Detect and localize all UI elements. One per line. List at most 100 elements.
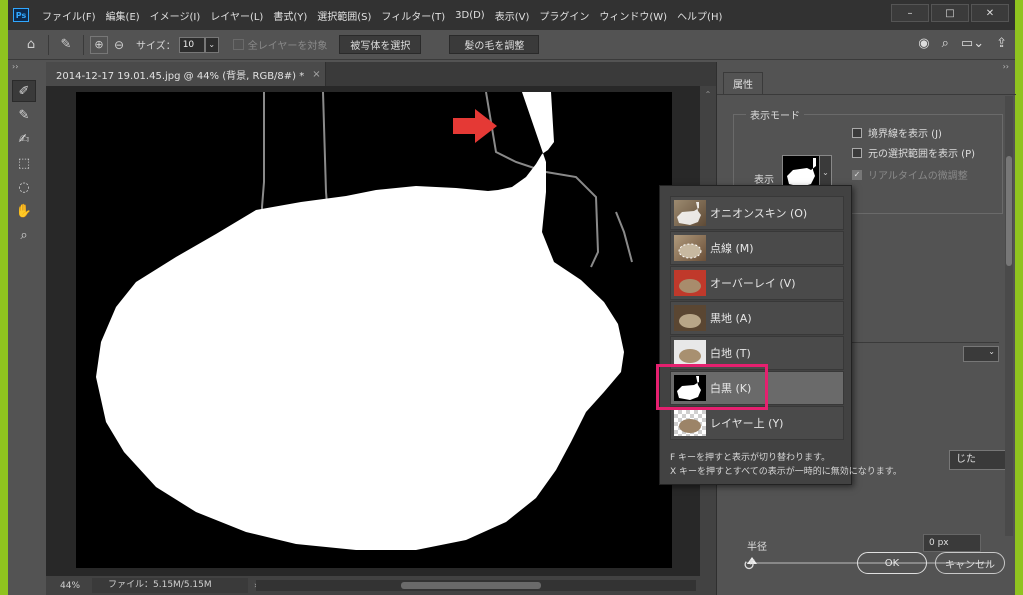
on-layers-thumb-icon xyxy=(674,410,706,436)
hand-tool-icon[interactable]: ✋ xyxy=(12,200,36,222)
reset-icon[interactable]: ↺ xyxy=(743,556,756,574)
tool-panel: ›› ✐ ✎ ✍ ⬚ ◌ ✋ ⌕ xyxy=(8,62,40,595)
scroll-up-icon[interactable]: ⌃ xyxy=(700,90,716,99)
horizontal-scrollbar[interactable] xyxy=(256,580,696,591)
view-option-label: 黒地 (A) xyxy=(710,312,752,325)
panel-collapse-icon[interactable]: ›› xyxy=(1003,62,1009,71)
all-layers-label: 全レイヤーを対象 xyxy=(247,41,328,52)
window-controls: – □ ✕ xyxy=(891,4,1009,22)
close-tab-icon[interactable]: × xyxy=(312,69,320,80)
canvas-pasteboard xyxy=(46,86,700,576)
ok-button[interactable]: OK xyxy=(857,552,927,574)
view-label: 表示 xyxy=(754,175,774,186)
cancel-button[interactable]: キャンセル xyxy=(935,552,1005,574)
partial-button[interactable]: じた xyxy=(949,450,1007,470)
view-option-overlay[interactable]: オーバーレイ (V) xyxy=(670,266,844,300)
select-subject-button[interactable]: 被写体を選択 xyxy=(339,35,422,54)
menu-3d[interactable]: 3D(D) xyxy=(450,10,490,21)
size-label: サイズ： xyxy=(136,41,176,52)
panel-scrollbar[interactable] xyxy=(1005,96,1013,536)
menu-help[interactable]: ヘルプ(H) xyxy=(672,8,727,23)
horizontal-scroll-thumb[interactable] xyxy=(401,582,541,589)
file-info[interactable]: ファイル：5.15M/5.15M xyxy=(92,578,248,593)
selection-highlight-annotation xyxy=(656,364,768,410)
hint-text-x: X キーを押すとすべての表示が一時的に無効になります。 xyxy=(670,467,902,477)
subtract-from-selection-icon[interactable]: ⊖ xyxy=(108,34,130,56)
quick-selection-tool-icon[interactable]: ✐ xyxy=(12,80,36,102)
show-original-checkbox-row[interactable]: 元の選択範囲を表示 (P) xyxy=(852,145,975,160)
divider xyxy=(83,34,84,55)
show-edge-checkbox[interactable] xyxy=(852,127,862,138)
share-profile-icon[interactable]: ◉ xyxy=(918,36,929,51)
overlay-thumb-icon xyxy=(674,270,706,296)
zoom-level[interactable]: 44% xyxy=(46,581,92,591)
view-option-on-layers[interactable]: レイヤー上 (Y) xyxy=(670,406,844,440)
add-to-selection-icon[interactable]: ⊕ xyxy=(90,35,108,54)
view-option-label: レイヤー上 (Y) xyxy=(710,417,784,430)
show-original-checkbox[interactable] xyxy=(852,147,862,158)
realtime-refine-label: リアルタイムの微調整 xyxy=(868,171,968,182)
export-icon[interactable]: ⇪ xyxy=(996,36,1007,51)
view-option-label: 白地 (T) xyxy=(710,347,751,360)
menu-plugins[interactable]: プラグイン xyxy=(534,8,594,23)
panel-dropdown[interactable]: ⌄ xyxy=(963,346,999,362)
document-area: 2014-12-17 19.01.45.jpg @ 44% (背景, RGB/8… xyxy=(46,62,716,595)
object-selection-icon[interactable]: ⬚ xyxy=(12,152,36,174)
hint-text-f: F キーを押すと表示が切り替わります。 xyxy=(670,453,831,463)
home-icon[interactable]: ⌂ xyxy=(20,34,42,56)
view-mode-popup: オニオンスキン (O) 点線 (M) オーバーレイ (V) 黒地 (A) 白地 … xyxy=(659,185,902,485)
search-icon[interactable]: ⌕ xyxy=(942,36,949,51)
show-original-label: 元の選択範囲を表示 (P) xyxy=(868,149,976,160)
refine-edge-brush-icon[interactable]: ✎ xyxy=(12,104,36,126)
document-tab[interactable]: 2014-12-17 19.01.45.jpg @ 44% (背景, RGB/8… xyxy=(46,62,326,86)
menu-window[interactable]: ウィンドウ(W) xyxy=(594,8,672,23)
menu-select[interactable]: 選択範囲(S) xyxy=(312,8,376,23)
close-window-button[interactable]: ✕ xyxy=(971,4,1009,22)
menu-type[interactable]: 書式(Y) xyxy=(268,8,312,23)
zoom-tool-icon[interactable]: ⌕ xyxy=(12,224,36,246)
on-white-thumb-icon xyxy=(674,340,706,366)
lasso-tool-icon[interactable]: ◌ xyxy=(12,176,36,198)
on-black-thumb-icon xyxy=(674,305,706,331)
show-edge-label: 境界線を表示 (J) xyxy=(868,129,942,140)
realtime-refine-checkbox-row: ✓ リアルタイムの微調整 xyxy=(852,167,968,182)
brush-preset-icon[interactable]: ✎ xyxy=(55,34,77,56)
view-option-label: 点線 (M) xyxy=(710,242,754,255)
photoshop-window: Ps ファイル(F) 編集(E) イメージ(I) レイヤー(L) 書式(Y) 選… xyxy=(8,0,1016,595)
tab-properties[interactable]: 属性 xyxy=(723,72,763,94)
menu-view[interactable]: 表示(V) xyxy=(490,8,535,23)
view-mode-title: 表示モード xyxy=(746,107,804,122)
view-option-marching-ants[interactable]: 点線 (M) xyxy=(670,231,844,265)
options-bar: ⌂ ✎ ⊕ ⊖ サイズ： 10 ⌄ 全レイヤーを対象 被写体を選択 髪の毛を調整… xyxy=(8,30,1015,60)
minimize-button[interactable]: – xyxy=(891,4,929,22)
refine-hair-button[interactable]: 髪の毛を調整 xyxy=(449,35,540,54)
image-canvas[interactable] xyxy=(76,92,672,568)
view-mode-thumbnail[interactable] xyxy=(782,155,820,189)
menu-image[interactable]: イメージ(I) xyxy=(145,8,206,23)
show-edge-checkbox-row[interactable]: 境界線を表示 (J) xyxy=(852,125,942,140)
view-option-label: オーバーレイ (V) xyxy=(710,277,796,290)
document-title: 2014-12-17 19.01.45.jpg @ 44% (背景, RGB/8… xyxy=(56,70,305,82)
view-mode-dropdown-icon[interactable]: ⌄ xyxy=(820,155,832,189)
menu-file[interactable]: ファイル(F) xyxy=(37,8,101,23)
realtime-refine-checkbox: ✓ xyxy=(852,169,862,180)
divider xyxy=(48,34,49,55)
menu-filter[interactable]: フィルター(T) xyxy=(376,8,450,23)
size-input[interactable]: 10 xyxy=(178,36,205,53)
panel-scroll-thumb[interactable] xyxy=(1006,156,1012,266)
menu-bar: Ps ファイル(F) 編集(E) イメージ(I) レイヤー(L) 書式(Y) 選… xyxy=(8,0,1015,30)
menu-layer[interactable]: レイヤー(L) xyxy=(205,8,268,23)
view-option-on-black[interactable]: 黒地 (A) xyxy=(670,301,844,335)
view-option-onion-skin[interactable]: オニオンスキン (O) xyxy=(670,196,844,230)
photoshop-logo: Ps xyxy=(13,8,29,22)
all-layers-checkbox[interactable] xyxy=(232,39,244,50)
workspace-icon[interactable]: ▭⌄ xyxy=(961,36,984,51)
collapse-icon[interactable]: ›› xyxy=(8,62,40,78)
marching-ants-thumb-icon xyxy=(674,235,706,261)
maximize-button[interactable]: □ xyxy=(931,4,969,22)
red-arrow-annotation xyxy=(453,109,497,143)
size-dropdown-icon[interactable]: ⌄ xyxy=(204,36,219,53)
menu-edit[interactable]: 編集(E) xyxy=(101,8,145,23)
brush-tool-icon[interactable]: ✍ xyxy=(12,128,36,150)
panel-footer: ↺ OK キャンセル xyxy=(717,548,1016,588)
